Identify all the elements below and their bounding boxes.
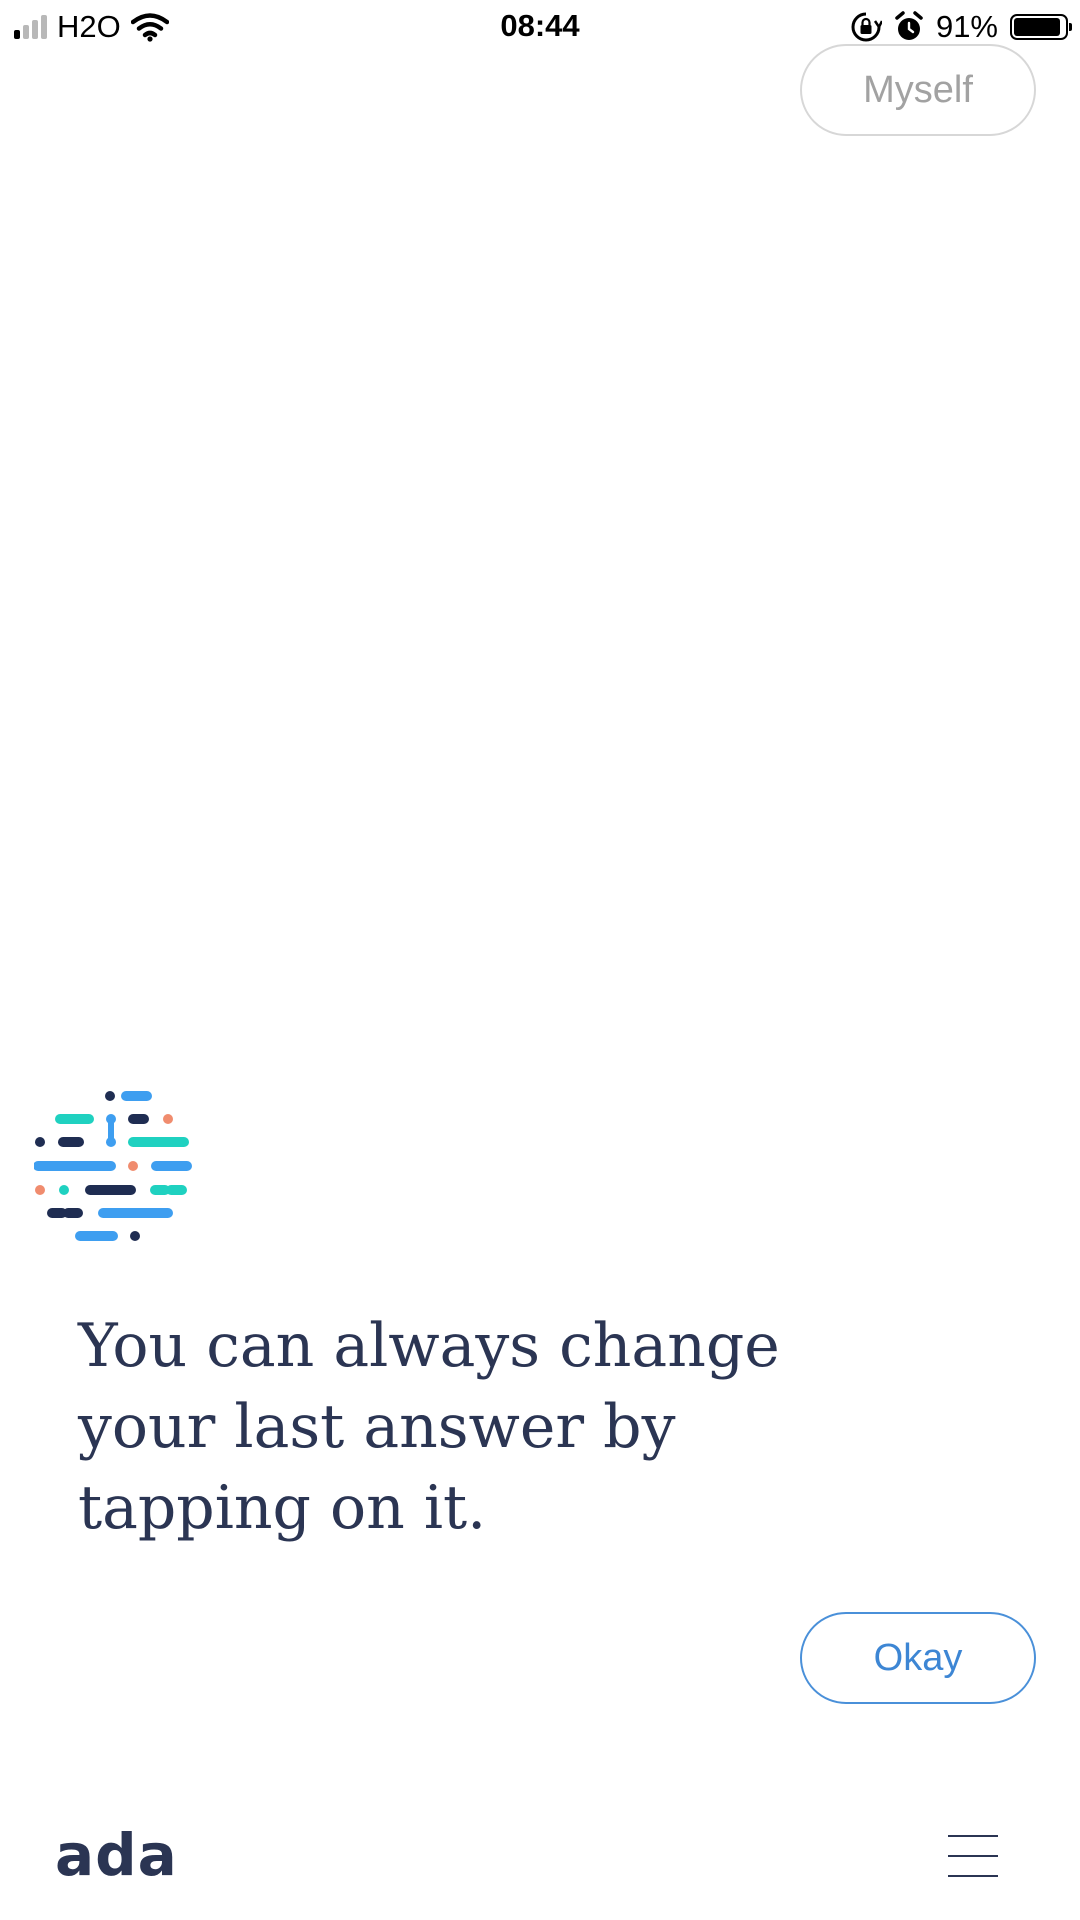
alarm-icon bbox=[895, 11, 923, 40]
battery-percent: 91% bbox=[935, 9, 998, 44]
status-right: 91% bbox=[850, 9, 1072, 44]
ada-bot-avatar-icon bbox=[34, 1091, 192, 1241]
bot-message: You can always change your last answer b… bbox=[78, 1311, 780, 1543]
battery-fill bbox=[1014, 18, 1060, 36]
okay-button[interactable]: Okay bbox=[800, 1612, 1036, 1704]
ada-logo: ada bbox=[55, 1821, 178, 1889]
previous-answer-button[interactable]: Myself bbox=[800, 44, 1036, 136]
rotation-lock-icon bbox=[851, 12, 882, 42]
hamburger-menu-icon[interactable] bbox=[944, 1830, 1000, 1882]
battery-icon bbox=[1010, 14, 1072, 40]
